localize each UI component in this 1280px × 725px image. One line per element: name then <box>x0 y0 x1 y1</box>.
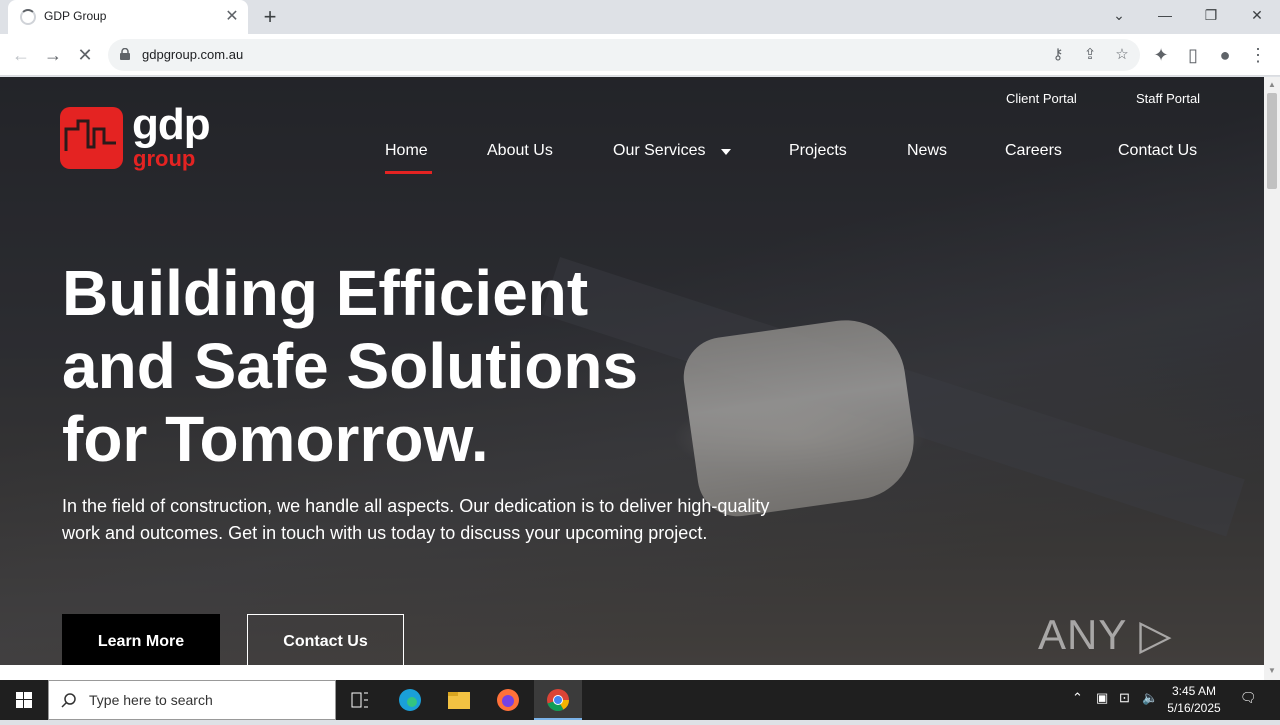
firefox-icon[interactable] <box>484 680 532 720</box>
restore-button[interactable]: ❐ <box>1188 0 1234 30</box>
search-placeholder: Type here to search <box>89 692 213 708</box>
chrome-icon[interactable] <box>534 680 582 720</box>
bookmark-star-icon[interactable]: ☆ <box>1110 43 1134 67</box>
system-clock[interactable]: 3:45 AM 5/16/2025 <box>1162 683 1226 717</box>
menu-icon[interactable]: ⋮ <box>1245 42 1271 68</box>
nav-active-indicator <box>385 171 432 174</box>
scroll-up-icon[interactable]: ▲ <box>1267 80 1277 90</box>
logo-subtext: group <box>133 146 196 171</box>
volume-icon[interactable]: 🔈 <box>1142 690 1158 706</box>
page-bottom-strip <box>0 665 1264 680</box>
nav-about-us[interactable]: About Us <box>487 142 553 160</box>
nav-careers[interactable]: Careers <box>1005 142 1062 160</box>
taskbar: Type here to search ⌃ ▣ ⊡ 🔈 3:45 AM 5/16… <box>0 680 1280 720</box>
hero-text: In the field of construction, we handle … <box>62 496 770 543</box>
tab-bar: GDP Group ✕ + ⌄ — ❐ ✕ <box>0 0 1280 34</box>
nav-news[interactable]: News <box>907 142 947 160</box>
anyrun-watermark: ANY ▷ RUN <box>1038 611 1173 665</box>
close-tab-icon[interactable]: ✕ <box>222 7 242 27</box>
page-viewport: gdp group Client Portal Staff Portal Hom… <box>0 77 1264 665</box>
new-tab-button[interactable]: + <box>258 5 282 29</box>
chevron-down-icon[interactable] <box>721 149 731 155</box>
lock-icon <box>120 48 130 60</box>
clock-date: 5/16/2025 <box>1167 701 1221 715</box>
side-panel-icon[interactable]: ▯ <box>1180 42 1206 68</box>
vertical-scrollbar[interactable]: ▲ ▼ <box>1264 77 1280 680</box>
key-icon[interactable]: ⚷ <box>1046 43 1070 67</box>
tab-title: GDP Group <box>44 9 107 23</box>
profile-avatar-icon[interactable]: ● <box>1212 42 1238 68</box>
nav-our-services[interactable]: Our Services <box>613 142 705 160</box>
site-logo[interactable]: gdp group <box>60 100 212 174</box>
file-explorer-icon[interactable] <box>435 680 483 720</box>
task-view-icon[interactable] <box>336 680 384 720</box>
logo-mark-icon <box>60 107 123 169</box>
tray-expand-icon[interactable]: ⌃ <box>1072 690 1083 706</box>
logo-text: gdp <box>132 100 211 149</box>
search-icon <box>61 693 76 708</box>
url-text[interactable]: gdpgroup.com.au <box>142 47 243 62</box>
hero-title: Building Efficient and Safe Solutions fo… <box>62 257 639 475</box>
tab-search-icon[interactable]: ⌄ <box>1096 0 1142 30</box>
browser-toolbar: ← → ✕ gdpgroup.com.au ⚷ ⇪ ☆ ✦ ▯ ● ⋮ <box>0 34 1280 76</box>
network-icon[interactable]: ⊡ <box>1119 690 1130 706</box>
notifications-icon[interactable]: 🗨 <box>1240 690 1257 706</box>
scroll-thumb[interactable] <box>1267 93 1277 189</box>
nav-contact-us[interactable]: Contact Us <box>1118 142 1197 160</box>
nav-projects[interactable]: Projects <box>789 142 847 160</box>
nav-home[interactable]: Home <box>385 142 428 160</box>
learn-more-button[interactable]: Learn More <box>62 614 220 665</box>
share-icon[interactable]: ⇪ <box>1078 43 1102 67</box>
staff-portal-link[interactable]: Staff Portal <box>1136 91 1200 106</box>
taskbar-search-box[interactable]: Type here to search <box>48 680 336 720</box>
loading-spinner-icon <box>20 9 36 25</box>
browser-tab[interactable]: GDP Group ✕ <box>8 0 248 34</box>
client-portal-link[interactable]: Client Portal <box>1006 91 1077 106</box>
extensions-icon[interactable]: ✦ <box>1148 42 1174 68</box>
edge-icon[interactable] <box>386 680 434 720</box>
windows-start-icon[interactable] <box>0 680 48 720</box>
scroll-down-icon[interactable]: ▼ <box>1267 666 1277 676</box>
forward-icon[interactable]: → <box>40 42 66 68</box>
close-window-button[interactable]: ✕ <box>1234 0 1280 30</box>
tray-app-icon[interactable]: ▣ <box>1096 690 1108 706</box>
back-icon[interactable]: ← <box>8 42 34 68</box>
address-bar[interactable]: gdpgroup.com.au ⚷ ⇪ ☆ <box>108 39 1140 71</box>
contact-us-button[interactable]: Contact Us <box>247 614 404 665</box>
minimize-button[interactable]: — <box>1142 0 1188 30</box>
stop-loading-icon[interactable]: ✕ <box>72 42 98 68</box>
clock-time: 3:45 AM <box>1171 684 1217 698</box>
